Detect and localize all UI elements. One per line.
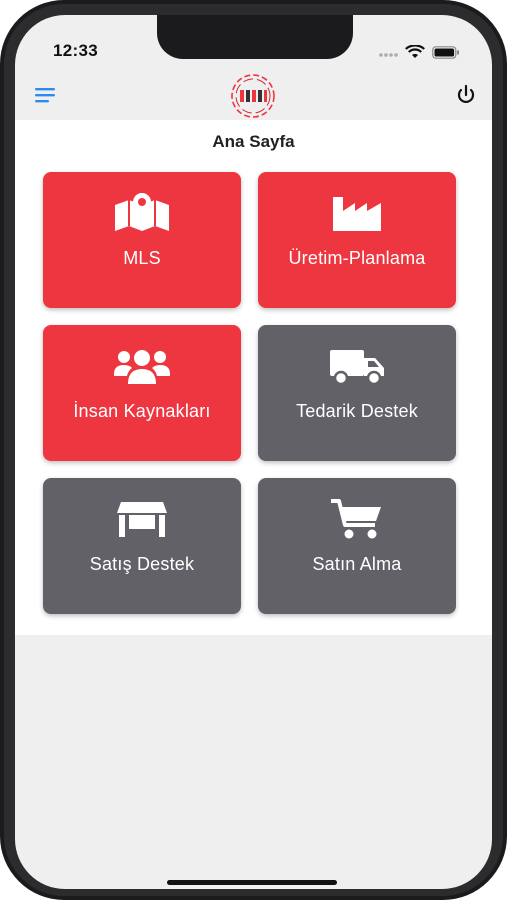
status-icons (378, 45, 460, 59)
cart-icon (330, 498, 384, 540)
truck-icon (328, 345, 386, 387)
map-marker-icon (113, 192, 171, 234)
users-icon (113, 345, 171, 387)
company-logo (216, 73, 290, 119)
tile-insan-kaynaklari[interactable]: İnsan Kaynakları (43, 325, 241, 461)
hamburger-menu-icon[interactable] (33, 83, 59, 107)
battery-icon (432, 45, 459, 59)
main-content: Ana Sayfa MLS Üretim-Planlama İnsan Kayn… (15, 120, 492, 635)
factory-icon (331, 192, 383, 234)
tile-label: İnsan Kaynakları (73, 401, 211, 421)
home-indicator[interactable] (167, 880, 337, 885)
tile-tedarik-destek[interactable]: Tedarik Destek (258, 325, 456, 461)
status-time: 12:33 (53, 41, 98, 60)
page-title: Ana Sayfa (212, 132, 295, 151)
store-icon (115, 498, 169, 540)
phone-frame: 12:33 Ana Sayfa MLS Üretim-Planlama İnsa… (0, 0, 507, 900)
wifi-icon (405, 45, 425, 58)
tile-uretim-planlama[interactable]: Üretim-Planlama (258, 172, 456, 308)
tile-mls[interactable]: MLS (43, 172, 241, 308)
signal-icon (379, 53, 398, 57)
tile-label: Tedarik Destek (296, 401, 418, 421)
tile-label: Satın Alma (312, 554, 402, 574)
power-icon[interactable] (454, 83, 478, 107)
app-header (15, 73, 492, 119)
tile-label: Üretim-Planlama (288, 248, 426, 268)
tile-label: MLS (123, 248, 161, 268)
tile-satis-destek[interactable]: Satış Destek (43, 478, 241, 614)
tile-label: Satış Destek (89, 554, 195, 574)
camera-notch (157, 15, 353, 59)
app-screen: 12:33 Ana Sayfa MLS Üretim-Planlama İnsa… (15, 15, 492, 889)
phone-bezel: 12:33 Ana Sayfa MLS Üretim-Planlama İnsa… (4, 4, 503, 896)
tile-satin-alma[interactable]: Satın Alma (258, 478, 456, 614)
